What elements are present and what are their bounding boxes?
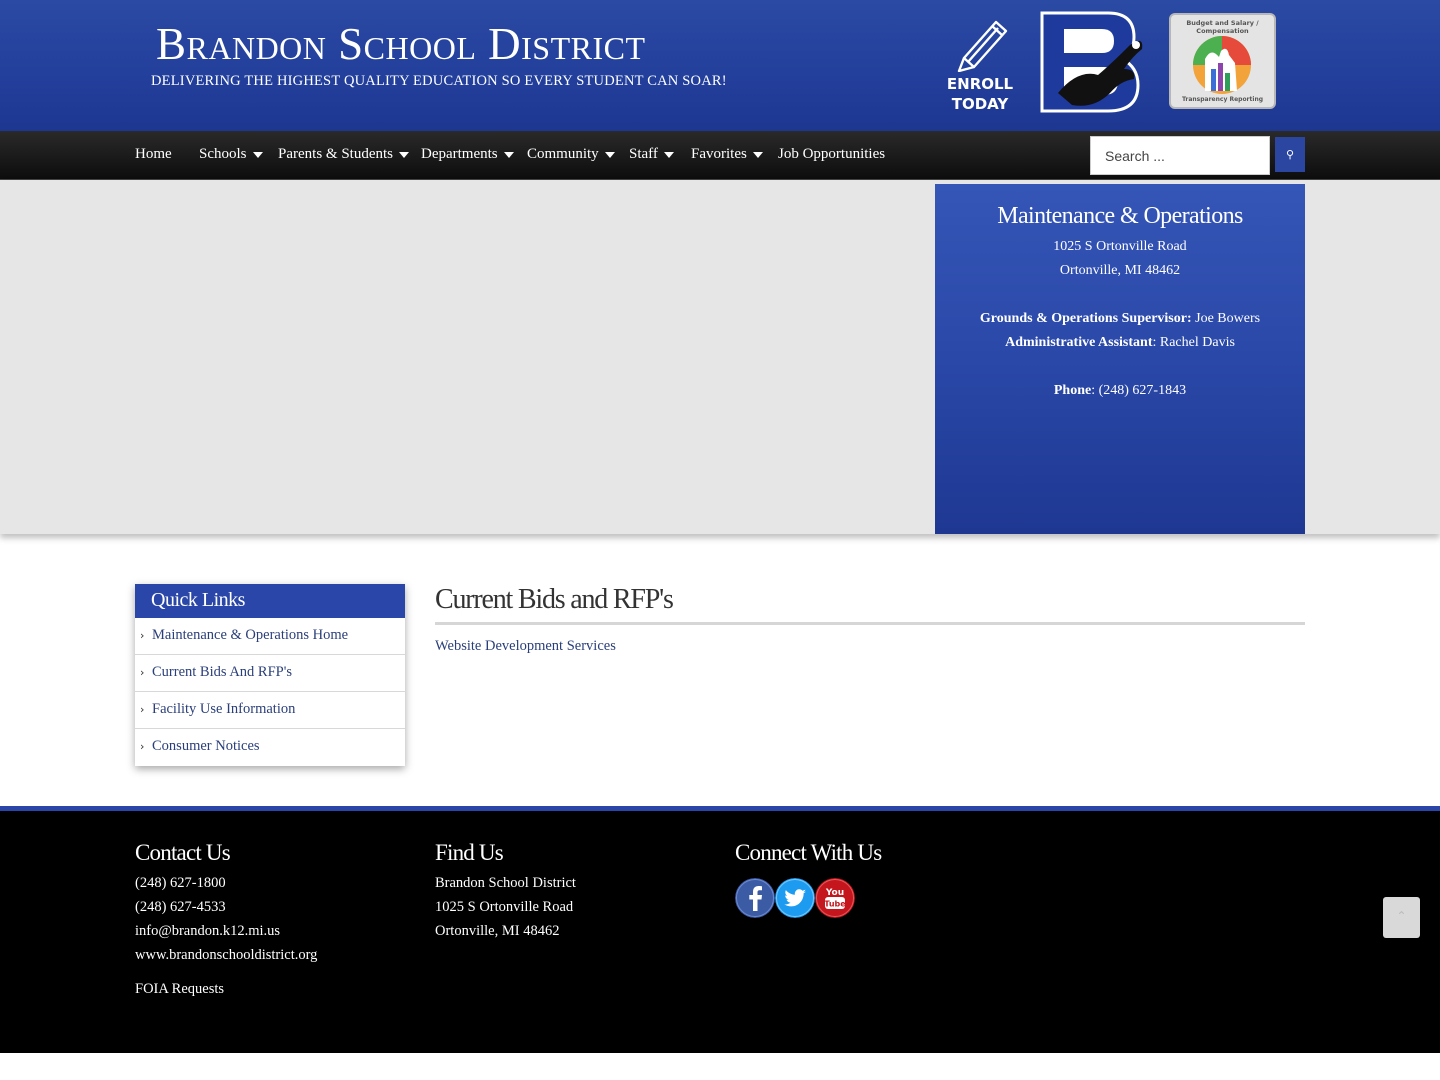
supervisor-line: Grounds & Operations Supervisor: Joe Bow… — [935, 307, 1305, 331]
caret-down-icon — [663, 151, 674, 158]
contact-heading: Contact Us — [135, 840, 231, 865]
nav-job-opportunities[interactable]: Job Opportunities — [778, 146, 885, 166]
department-address-line2: Ortonville, MI 48462 — [1059, 263, 1181, 278]
assistant-name: : Rachel Davis — [1152, 335, 1235, 350]
assistant-line: Administrative Assistant: Rachel Davis — [935, 331, 1305, 355]
search-icon: ⚲ — [1285, 148, 1295, 161]
quick-link-label: Facility Use Information — [152, 701, 296, 717]
contact-email-link[interactable]: info@brandon.k12.mi.us — [135, 923, 280, 940]
nav-schools-label: Schools — [199, 146, 247, 162]
search-input[interactable] — [1090, 136, 1270, 175]
quick-link-label: Current Bids And RFP's — [152, 664, 292, 680]
contact-phone-2: (248) 627-4533 — [135, 899, 226, 915]
department-address-line1: 1025 S Ortonville Road — [1053, 239, 1187, 254]
chevron-right-icon: › — [140, 629, 145, 642]
bid-link[interactable]: Website Development Services — [435, 638, 616, 655]
chevron-right-icon: › — [140, 666, 145, 679]
caret-down-icon — [252, 151, 263, 158]
enroll-label: ENROLL TODAY — [946, 75, 1014, 113]
nav-home-label: Home — [135, 146, 172, 162]
caret-down-icon — [752, 151, 763, 158]
nav-home[interactable]: Home — [135, 146, 172, 166]
facebook-icon[interactable] — [735, 878, 775, 918]
chevron-right-icon: › — [140, 740, 145, 753]
svg-text:Tube: Tube — [824, 900, 846, 909]
phone-value: : (248) 627-1843 — [1091, 383, 1187, 398]
svg-text:You: You — [825, 888, 844, 898]
supervisor-name: Joe Bowers — [1195, 311, 1261, 326]
transparency-badge-top-text: Budget and Salary / Compensation — [1186, 19, 1259, 35]
pencil-icon — [957, 20, 1008, 72]
nav-parents-students[interactable]: Parents & Students — [278, 146, 409, 166]
scroll-to-top-button[interactable]: ⌃ — [1383, 897, 1420, 938]
quick-links-title: Quick Links — [135, 584, 405, 618]
nav-job-opportunities-label: Job Opportunities — [778, 146, 886, 162]
find-us-heading: Find Us — [435, 840, 504, 865]
caret-down-icon — [604, 151, 615, 158]
contact-website-link[interactable]: www.brandonschooldistrict.org — [135, 947, 317, 964]
quick-link-item[interactable]: › Facility Use Information — [135, 692, 405, 729]
contact-phone-1: (248) 627-1800 — [135, 875, 226, 891]
twitter-icon[interactable] — [775, 878, 815, 918]
foia-requests-link[interactable]: FOIA Requests — [135, 981, 224, 998]
nav-schools[interactable]: Schools — [199, 146, 263, 166]
connect-heading: Connect With Us — [735, 840, 882, 865]
nav-staff[interactable]: Staff — [629, 146, 674, 166]
site-footer: Contact Us (248) 627-1800 (248) 627-4533… — [0, 811, 1440, 1053]
supervisor-label: Grounds & Operations Supervisor: — [979, 311, 1192, 326]
phone-line: Phone: (248) 627-1843 — [935, 379, 1305, 403]
site-title[interactable]: Brandon School District — [156, 20, 646, 68]
department-title: Maintenance & Operations — [997, 203, 1243, 229]
nav-favorites[interactable]: Favorites — [691, 146, 763, 166]
quick-links-panel: Quick Links › Maintenance & Operations Ho… — [135, 584, 405, 766]
find-us-line-2: 1025 S Ortonville Road — [435, 899, 574, 915]
page-title: Current Bids and RFP's — [435, 584, 674, 615]
caret-down-icon — [399, 151, 409, 158]
nav-staff-label: Staff — [629, 146, 658, 162]
department-info-box: Maintenance & Operations 1025 S Ortonvil… — [935, 184, 1305, 534]
nav-departments-label: Departments — [421, 146, 498, 162]
nav-departments[interactable]: Departments — [421, 146, 514, 166]
quick-link-label: Maintenance & Operations Home — [152, 627, 349, 643]
heading-divider — [435, 622, 1305, 625]
youtube-icon[interactable]: You Tube — [815, 878, 855, 918]
search-button[interactable]: ⚲ — [1275, 137, 1305, 172]
nav-community-label: Community — [527, 146, 599, 162]
find-us-line-3: Ortonville, MI 48462 — [435, 923, 560, 939]
nav-parents-students-label: Parents & Students — [278, 146, 393, 162]
phone-label: Phone — [1053, 383, 1092, 398]
quick-link-item[interactable]: › Current Bids And RFP's — [135, 655, 405, 692]
quick-link-item[interactable]: › Consumer Notices — [135, 729, 405, 766]
hero-banner: Maintenance & Operations 1025 S Ortonvil… — [0, 180, 1440, 534]
quick-link-label: Consumer Notices — [152, 738, 260, 754]
chevron-right-icon: › — [140, 703, 145, 716]
main-navigation: Home Schools Parents & Students Departme… — [0, 131, 1440, 180]
eagle-b-logo[interactable] — [1038, 9, 1146, 115]
transparency-badge-bottom-text: Transparency Reporting — [1181, 96, 1264, 103]
nav-favorites-label: Favorites — [691, 146, 747, 162]
assistant-label: Administrative Assistant — [1005, 335, 1153, 350]
caret-down-icon — [503, 151, 514, 158]
chevron-up-icon: ⌃ — [1396, 909, 1407, 923]
site-header: Brandon School District DELIVERING THE H… — [0, 0, 1440, 131]
transparency-reporting-badge[interactable]: Budget and Salary / Compensation Transpa… — [1169, 13, 1276, 109]
nav-community[interactable]: Community — [527, 146, 615, 166]
enroll-today-link[interactable]: ENROLL TODAY — [944, 12, 1016, 114]
quick-link-item[interactable]: › Maintenance & Operations Home — [135, 618, 405, 655]
michigan-map-icon — [1193, 36, 1251, 94]
find-us-line-1: Brandon School District — [435, 875, 576, 891]
site-tagline: DELIVERING THE HIGHEST QUALITY EDUCATION… — [151, 73, 727, 89]
